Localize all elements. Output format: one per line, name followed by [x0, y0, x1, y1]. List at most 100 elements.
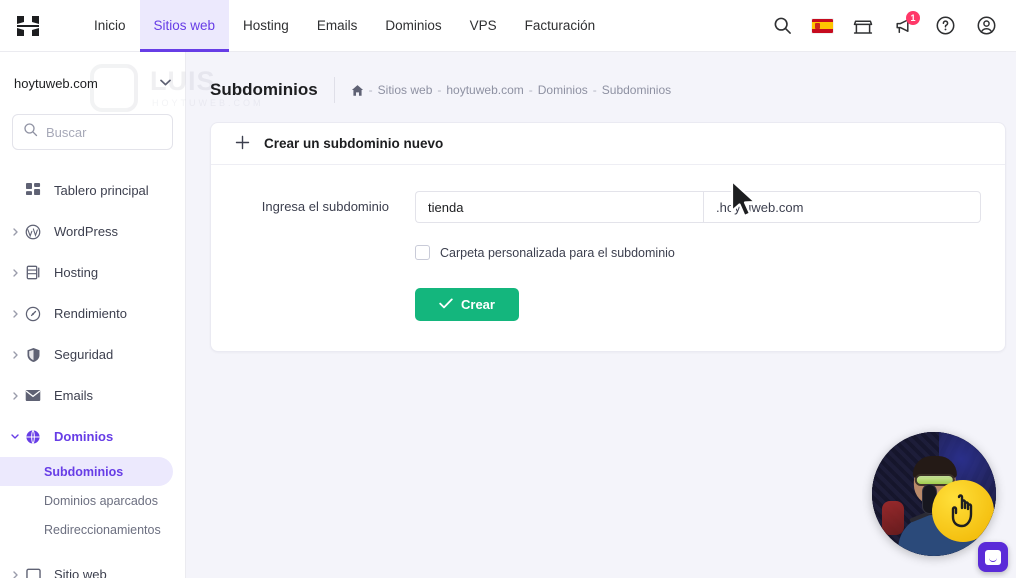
- breadcrumb-separator: -: [368, 83, 373, 97]
- help-circle-icon[interactable]: [933, 14, 957, 38]
- wordpress-icon: [22, 221, 44, 243]
- caret-down-icon: [8, 434, 22, 439]
- sidebar-search-box[interactable]: [12, 114, 173, 150]
- app-root: Inicio Sitios web Hosting Emails Dominio…: [0, 0, 1016, 578]
- sidebar-item-tablero-principal[interactable]: Tablero principal: [0, 170, 175, 211]
- breadcrumb-separator: -: [437, 83, 442, 97]
- breadcrumb-item-dominios[interactable]: Dominios: [538, 83, 588, 97]
- sidebar-item-sitio-web[interactable]: Sitio web: [0, 554, 175, 578]
- pointing-hand-sticker: [932, 480, 994, 542]
- sidebar-subitem-subdominios[interactable]: Subdominios: [0, 457, 173, 486]
- nav-item-dominios[interactable]: Dominios: [371, 0, 455, 52]
- sidebar-menu: Tablero principal WordPress Hosting Rend…: [0, 164, 185, 578]
- browser-window-icon: [22, 564, 44, 578]
- page-header: Subdominios - Sitios web - hoytuweb.com …: [186, 66, 1016, 114]
- intercom-chat-icon[interactable]: [978, 542, 1008, 572]
- envelope-icon: [22, 385, 44, 407]
- store-icon[interactable]: [851, 14, 875, 38]
- nav-label: Facturación: [524, 18, 596, 33]
- menu-spacer: [0, 544, 185, 554]
- sidebar-search-wrap: [0, 114, 185, 164]
- nav-label: Hosting: [243, 18, 289, 33]
- sidebar-item-label: WordPress: [54, 224, 119, 239]
- nav-label: Sitios web: [153, 18, 216, 33]
- sidebar-item-label: Sitio web: [54, 567, 107, 578]
- create-button-label: Crear: [461, 297, 495, 312]
- hostinger-logo-icon[interactable]: [0, 0, 56, 52]
- sidebar-item-label: Emails: [54, 388, 94, 403]
- sidebar-item-label: Rendimiento: [54, 306, 127, 321]
- nav-label: Inicio: [94, 18, 126, 33]
- home-icon[interactable]: [351, 84, 364, 97]
- sidebar-subitem-redireccionamientos[interactable]: Redireccionamientos: [0, 515, 173, 544]
- sidebar-item-label: Tablero principal: [54, 183, 149, 198]
- spain-flag-icon[interactable]: [811, 17, 834, 34]
- sidebar-item-label: Seguridad: [54, 347, 114, 362]
- breadcrumb-separator: -: [592, 83, 597, 97]
- create-button[interactable]: Crear: [415, 288, 519, 321]
- caret-right-icon: [8, 391, 22, 400]
- top-nav-actions: 1: [770, 10, 1016, 38]
- sidebar-subitem-dominios-aparcados[interactable]: Dominios aparcados: [0, 486, 173, 515]
- page-title: Subdominios: [210, 80, 318, 99]
- nav-item-inicio[interactable]: Inicio: [80, 0, 140, 52]
- breadcrumb: - Sitios web - hoytuweb.com - Dominios -…: [351, 83, 671, 97]
- red-equipment-decor: [881, 501, 904, 536]
- caret-right-icon: [8, 570, 22, 578]
- card-title: Crear un subdominio nuevo: [264, 136, 444, 151]
- header-divider: [333, 77, 335, 103]
- custom-folder-label[interactable]: Carpeta personalizada para el subdominio: [440, 246, 675, 260]
- dashboard-grid-icon: [22, 180, 44, 202]
- breadcrumb-item-hoytuweb[interactable]: hoytuweb.com: [446, 83, 523, 97]
- primary-nav: Inicio Sitios web Hosting Emails Dominio…: [80, 0, 609, 52]
- top-navigation-bar: Inicio Sitios web Hosting Emails Dominio…: [0, 0, 1016, 52]
- notification-badge: 1: [906, 10, 920, 25]
- caret-right-icon: [8, 268, 22, 277]
- nav-item-sitios-web[interactable]: Sitios web: [139, 0, 230, 52]
- sidebar-item-hosting[interactable]: Hosting: [0, 252, 175, 293]
- subdomain-field-label: Ingresa el subdominio: [261, 199, 389, 214]
- sidebar-item-label: Hosting: [54, 265, 99, 280]
- custom-folder-checkbox[interactable]: [415, 245, 430, 260]
- globe-icon: [22, 426, 44, 448]
- domain-suffix-field[interactable]: .hoytuweb.com: [703, 191, 981, 223]
- breadcrumb-item-subdominios[interactable]: Subdominios: [602, 83, 671, 97]
- check-icon: [439, 297, 453, 312]
- shield-icon: [22, 344, 44, 366]
- breadcrumb-separator: -: [528, 83, 533, 97]
- subdomain-input[interactable]: [415, 191, 703, 223]
- nav-label: VPS: [469, 18, 497, 33]
- subdomain-form-row: Ingresa el subdominio .hoytuweb.com Carp…: [235, 191, 981, 321]
- search-input[interactable]: [46, 124, 162, 140]
- caret-right-icon: [8, 350, 22, 359]
- search-icon[interactable]: [770, 14, 794, 38]
- site-selector[interactable]: hoytuweb.com: [0, 52, 185, 114]
- sidebar-subitem-label: Subdominios: [44, 464, 124, 479]
- nav-item-vps[interactable]: VPS: [456, 0, 511, 52]
- sidebar-item-rendimiento[interactable]: Rendimiento: [0, 293, 175, 334]
- chat-face-glyph: [985, 549, 1001, 565]
- search-icon: [23, 122, 38, 142]
- presenter-webcam-circle: [872, 432, 996, 556]
- sidebar-subitem-label: Redireccionamientos: [44, 522, 161, 537]
- subdomain-input-group: .hoytuweb.com: [415, 191, 981, 223]
- site-selector-label: hoytuweb.com: [14, 75, 98, 91]
- sidebar-item-dominios[interactable]: Dominios: [0, 416, 175, 457]
- nav-item-facturacion[interactable]: Facturación: [511, 0, 610, 52]
- subdomain-fields: .hoytuweb.com Carpeta personalizada para…: [415, 191, 981, 321]
- plus-icon: [235, 135, 250, 153]
- sidebar-item-emails[interactable]: Emails: [0, 375, 175, 416]
- sidebar-item-seguridad[interactable]: Seguridad: [0, 334, 175, 375]
- speedometer-icon: [22, 303, 44, 325]
- card-body: Ingresa el subdominio .hoytuweb.com Carp…: [211, 165, 1005, 351]
- megaphone-icon[interactable]: 1: [892, 10, 920, 38]
- sidebar-item-wordpress[interactable]: WordPress: [0, 211, 175, 252]
- nav-label: Dominios: [385, 18, 442, 33]
- nav-label: Emails: [316, 18, 358, 33]
- nav-item-hosting[interactable]: Hosting: [229, 0, 303, 52]
- breadcrumb-item-sitios-web[interactable]: Sitios web: [378, 83, 433, 97]
- chevron-down-icon: [160, 78, 171, 88]
- nav-item-emails[interactable]: Emails: [303, 0, 372, 52]
- account-avatar-icon[interactable]: [974, 14, 998, 38]
- server-icon: [22, 262, 44, 284]
